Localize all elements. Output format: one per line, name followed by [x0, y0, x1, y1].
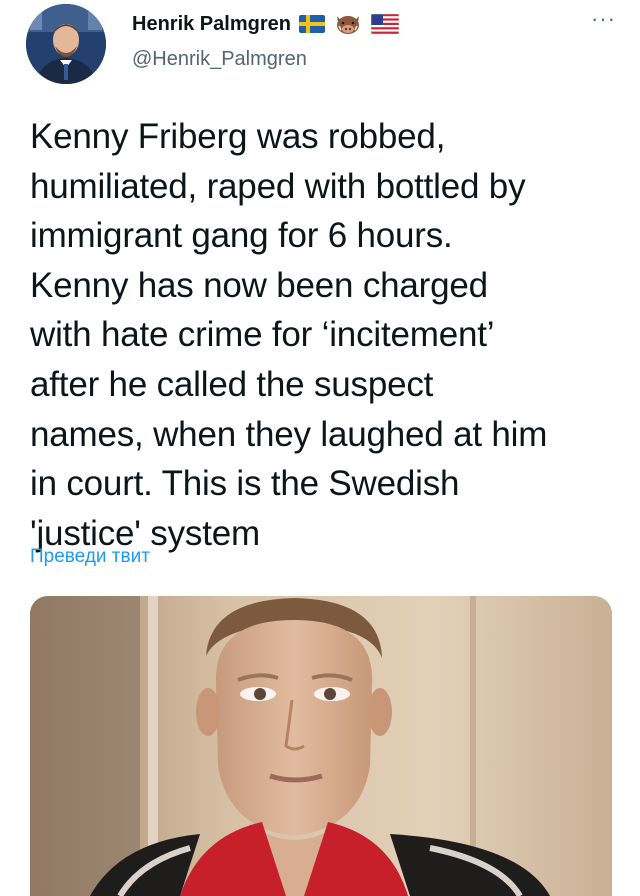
- sweden-flag-icon: [298, 15, 325, 33]
- author-display-name[interactable]: Henrik Palmgren: [132, 13, 291, 36]
- tweet-media-image[interactable]: [30, 596, 612, 896]
- author-name-row[interactable]: Henrik Palmgren: [132, 12, 399, 36]
- more-options-icon[interactable]: ···: [591, 8, 616, 30]
- us-flag-icon: [370, 14, 399, 34]
- tweet-header: Henrik Palmgren @Henrik_Palmgren ···: [26, 4, 616, 90]
- translate-tweet-link[interactable]: Преведи твит: [30, 546, 150, 568]
- boar-icon: [333, 12, 363, 36]
- author-avatar[interactable]: [26, 4, 106, 84]
- author-handle[interactable]: @Henrik_Palmgren: [132, 48, 307, 71]
- tweet-text: Kenny Friberg was robbed, humiliated, ra…: [30, 117, 548, 553]
